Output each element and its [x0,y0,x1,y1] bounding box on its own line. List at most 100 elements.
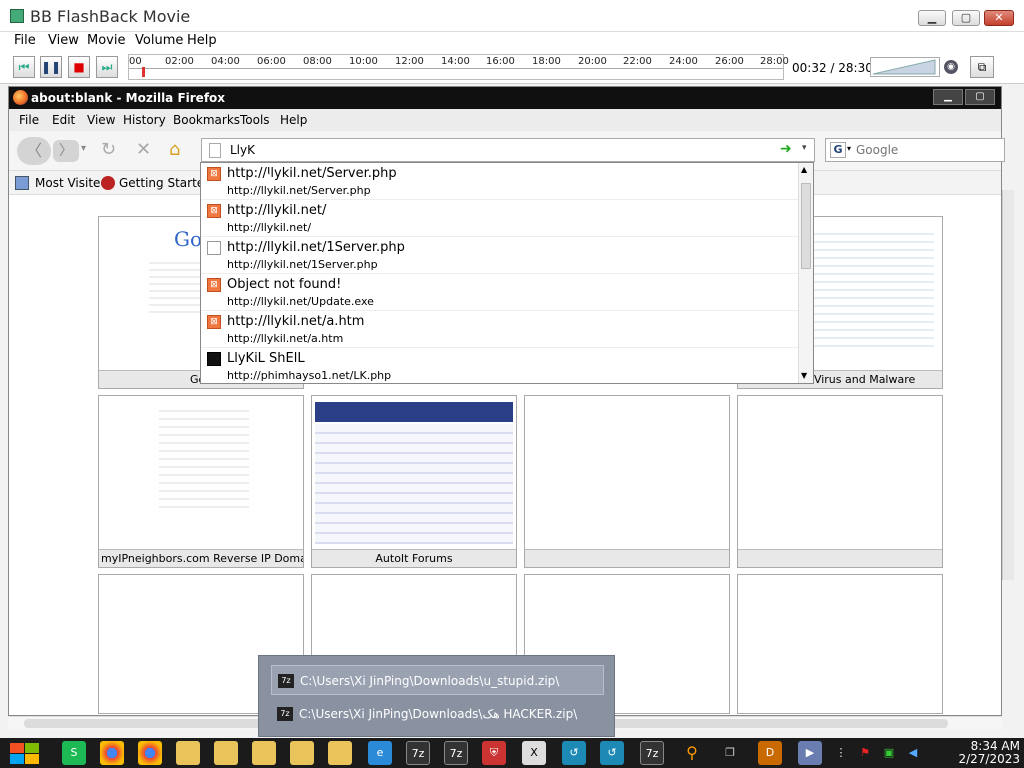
thumbnail-tile[interactable]: myIPneighbors.com Reverse IP Domain Ch [98,395,304,568]
volume-slider[interactable] [870,57,940,77]
jumplist-item[interactable]: 7z C:\Users\Xi JinPing\Downloads\هک HACK… [271,699,604,729]
menu-help[interactable]: Help [187,33,217,48]
scroll-up-icon[interactable]: ▲ [801,165,807,174]
vertical-scrollbar[interactable] [1002,190,1014,580]
skip-back-button[interactable]: ⏮ [13,56,35,78]
app-icon[interactable]: ↺ [600,741,624,765]
menu-view[interactable]: View [48,33,79,48]
forward-button[interactable]: 〉 [53,140,79,162]
url-bar[interactable]: ➜ ▾ [201,138,815,162]
bookmark-getting-started[interactable]: Getting Started [119,176,212,190]
menu-volume[interactable]: Volume [135,33,183,48]
autocomplete-item[interactable]: ⊠ http://llykil.net/a.htm http://llykil.… [201,311,798,348]
folder-icon[interactable] [176,741,200,765]
taskbar: S e 7z 7z ⛨ X ↺ ↺ 7z ⚲ ❐ D ▶ ⋮ ⚑ ▣ ◀ 8:3… [0,738,1024,768]
volume-tray-icon[interactable]: ◀ [904,741,922,765]
spotify-icon[interactable]: S [62,741,86,765]
ff-menu-bookmarks[interactable]: Bookmarks [173,113,240,127]
chrome-icon[interactable] [138,741,162,765]
back-button[interactable]: 〈 [17,137,51,165]
getting-started-icon [101,176,115,190]
ff-menu-view[interactable]: View [87,113,115,127]
search-bar[interactable]: G ▾ [825,138,1005,162]
autocomplete-item[interactable]: ⊠ http://llykil.net/Server.php http://ll… [201,163,798,200]
skip-forward-button[interactable]: ⏭ [96,56,118,78]
player-title-bar: BB FlashBack Movie ▁ ▢ ✕ [0,0,1024,32]
close-button[interactable]: ✕ [984,10,1014,26]
thumbnail-tile[interactable] [524,395,730,568]
7zip-icon[interactable]: 7z [406,741,430,765]
shield-app-icon[interactable]: ⛨ [482,741,506,765]
speaker-icon[interactable]: ◉ [944,60,958,74]
7zip-icon: 7z [278,674,294,688]
autocomplete-url: http://llykil.net/Server.php [227,184,371,197]
stop-icon[interactable]: ✕ [136,139,151,160]
ff-minimize-button[interactable]: ▁ [933,89,963,105]
edge-icon[interactable]: e [368,741,392,765]
maximize-button[interactable]: ▢ [952,10,980,26]
menu-file[interactable]: File [14,33,36,48]
google-icon[interactable]: G [830,142,846,158]
search-engine-dropdown-icon[interactable]: ▾ [847,144,851,153]
folder-icon[interactable] [328,741,352,765]
url-input[interactable] [230,142,770,158]
7zip-icon[interactable]: 7z [640,741,664,765]
overflow-icon[interactable]: ⋮ [834,741,848,765]
scroll-thumb[interactable] [801,183,811,269]
thumbnail-tile[interactable] [737,574,943,714]
clock[interactable]: 8:34 AM 2/27/2023 [930,740,1020,766]
thumbnail-tile[interactable] [737,395,943,568]
folder-icon[interactable] [214,741,238,765]
scroll-down-icon[interactable]: ▼ [801,371,807,380]
network-icon[interactable]: ▣ [880,741,898,765]
flashback-player-icon[interactable]: ▶ [798,741,822,765]
excel-like-icon[interactable]: X [522,741,546,765]
autocomplete-item[interactable]: ⊠ http://llykil.net/ http://llykil.net/ [201,200,798,237]
timeline-ruler [129,68,783,69]
reload-icon[interactable]: ↻ [101,139,116,160]
folder-icon[interactable] [290,741,314,765]
playhead[interactable] [142,67,145,77]
stop-button[interactable]: ■ [68,56,90,78]
tick-label: 28:00 [760,56,789,67]
folder-icon[interactable] [252,741,276,765]
tick-label: 12:00 [395,56,424,67]
tick-label: 20:00 [578,56,607,67]
timeline[interactable]: 00 02:00 04:00 06:00 08:00 10:00 12:00 1… [128,54,789,80]
start-logo-red [10,743,24,753]
ff-menu-file[interactable]: File [19,113,39,127]
7zip-icon[interactable]: 7z [444,741,468,765]
history-dropdown-icon[interactable]: ▾ [81,143,86,154]
autocomplete-item[interactable]: LlyKiL ShElL http://phimhayso1.net/LK.ph… [201,348,798,383]
autocomplete-url: http://llykil.net/ [227,221,312,234]
ff-menu-tools[interactable]: Tools [240,113,270,127]
minimize-button[interactable]: ▁ [918,10,946,26]
url-dropdown-icon[interactable]: ▾ [802,143,807,153]
fullscreen-button[interactable]: ⧉ [970,56,994,78]
ff-maximize-button[interactable]: ▢ [965,89,995,105]
tick-label: 10:00 [349,56,378,67]
bookmark-most-visited[interactable]: Most Visited [35,176,108,190]
app-icon[interactable]: ↺ [562,741,586,765]
search-input[interactable] [856,143,996,157]
ff-menu-history[interactable]: History [123,113,166,127]
tick-label: 02:00 [165,56,194,67]
pause-button[interactable]: ❚❚ [40,56,62,78]
start-button[interactable] [10,743,40,765]
task-view-icon[interactable]: ❐ [718,741,742,765]
autocomplete-item[interactable]: http://llykil.net/1Server.php http://lly… [201,237,798,274]
ff-menu-help[interactable]: Help [280,113,307,127]
thumbnail-tile[interactable]: AutoIt Forums [311,395,517,568]
autocomplete-item[interactable]: ⊠ Object not found! http://llykil.net/Up… [201,274,798,311]
flag-icon[interactable]: ⚑ [856,741,874,765]
jumplist-item[interactable]: 7z C:\Users\Xi JinPing\Downloads\u_stupi… [271,665,604,695]
search-tool-icon[interactable]: ⚲ [680,741,704,765]
autocomplete-scrollbar[interactable]: ▲ ▼ [798,163,813,383]
ff-menu-edit[interactable]: Edit [52,113,75,127]
go-arrow-icon[interactable]: ➜ [780,141,792,157]
menu-movie[interactable]: Movie [87,33,125,48]
home-icon[interactable]: ⌂ [169,139,180,160]
app-icon[interactable]: D [758,741,782,765]
xampp-icon: ⊠ [207,167,221,181]
chrome-icon[interactable] [100,741,124,765]
